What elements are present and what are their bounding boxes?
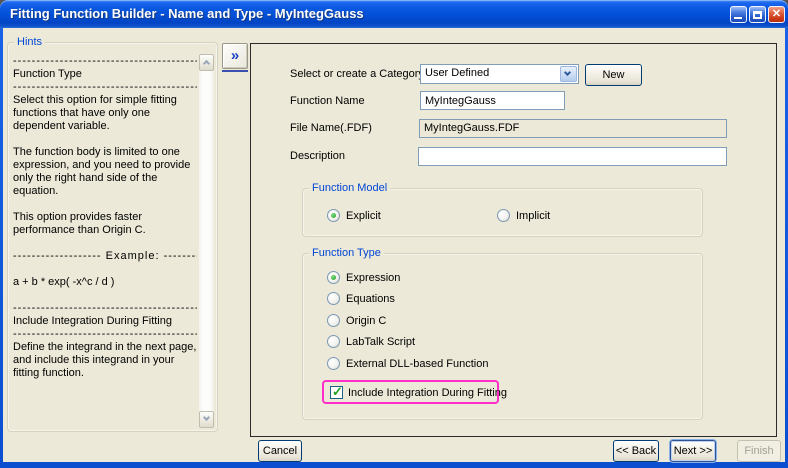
- hint-separator: ----------------------------------------…: [13, 81, 197, 94]
- radio-explicit-label: Explicit: [346, 210, 381, 222]
- function-model-title: Function Model: [309, 182, 390, 195]
- next-button[interactable]: Next >>: [670, 440, 716, 462]
- scroll-down-button[interactable]: [199, 411, 214, 428]
- minimize-icon: [734, 17, 742, 19]
- integration-checkbox-label: Include Integration During Fitting: [348, 387, 507, 399]
- hint-paragraph: This option provides faster performance …: [13, 211, 197, 237]
- hint-separator: ----------------------------------------…: [13, 328, 197, 341]
- double-chevron-icon: »: [231, 47, 239, 64]
- integration-checkbox[interactable]: ✓: [330, 386, 343, 399]
- hint-blank: [13, 263, 197, 276]
- description-label: Description: [290, 150, 345, 162]
- hint-blank: [13, 289, 197, 302]
- radio-origin-c-label: Origin C: [346, 315, 386, 327]
- radio-implicit[interactable]: [497, 209, 510, 222]
- chevron-up-icon: [203, 60, 210, 67]
- function-name-label: Function Name: [290, 95, 365, 107]
- description-input[interactable]: [418, 147, 727, 166]
- hint-example-heading: ------------------- Example: -----------…: [13, 250, 197, 263]
- function-type-title: Function Type: [309, 247, 384, 260]
- dropdown-arrow-button[interactable]: [560, 66, 577, 82]
- radio-equations-label: Equations: [346, 293, 395, 305]
- radio-expression[interactable]: [327, 271, 340, 284]
- maximize-button[interactable]: [749, 6, 766, 23]
- hint-separator: ----------------------------------------…: [13, 302, 197, 315]
- file-name-label: File Name(.FDF): [290, 122, 372, 134]
- check-icon: ✓: [332, 384, 343, 400]
- cancel-button[interactable]: Cancel: [258, 440, 302, 462]
- hints-text: ----------------------------------------…: [13, 55, 197, 380]
- hint-separator: ----------------------------------------…: [13, 55, 197, 68]
- new-category-button[interactable]: New: [585, 64, 642, 86]
- maximize-icon: [753, 11, 762, 19]
- close-icon: ✕: [772, 8, 781, 20]
- scroll-up-button[interactable]: [199, 54, 214, 71]
- radio-external-dll-label: External DLL-based Function: [346, 358, 488, 370]
- hints-group-title: Hints: [14, 36, 45, 49]
- minimize-button[interactable]: [730, 6, 747, 23]
- hint-blank: [13, 237, 197, 250]
- hint-heading: Include Integration During Fitting: [13, 315, 197, 328]
- chevron-down-icon: [203, 414, 210, 421]
- back-button[interactable]: << Back: [613, 440, 659, 462]
- hint-example-expression: a + b * exp( -x^c / d ): [13, 276, 197, 289]
- radio-expression-label: Expression: [346, 272, 400, 284]
- category-selected-value: User Defined: [425, 67, 489, 79]
- radio-origin-c[interactable]: [327, 314, 340, 327]
- hint-paragraph: Define the integrand in the next page, a…: [13, 341, 197, 380]
- fitting-function-builder-dialog: Fitting Function Builder - Name and Type…: [0, 0, 788, 468]
- category-label: Select or create a Category: [290, 68, 424, 80]
- title-bar[interactable]: Fitting Function Builder - Name and Type…: [0, 0, 788, 28]
- radio-implicit-label: Implicit: [516, 210, 550, 222]
- collapse-hints-button[interactable]: »: [222, 43, 248, 69]
- finish-button[interactable]: Finish: [737, 440, 781, 462]
- radio-labtalk-script[interactable]: [327, 335, 340, 348]
- hint-blank: [13, 133, 197, 146]
- radio-external-dll[interactable]: [327, 357, 340, 370]
- close-button[interactable]: ✕: [768, 6, 785, 23]
- hint-blank: [13, 198, 197, 211]
- function-name-input[interactable]: [420, 91, 565, 110]
- file-name-field: MyIntegGauss.FDF: [419, 119, 727, 138]
- window-title: Fitting Function Builder - Name and Type…: [10, 6, 364, 21]
- category-dropdown[interactable]: User Defined: [420, 64, 579, 84]
- hints-scrollbar[interactable]: [199, 54, 214, 428]
- hint-paragraph: Select this option for simple fitting fu…: [13, 94, 197, 133]
- radio-labtalk-script-label: LabTalk Script: [346, 336, 415, 348]
- hint-paragraph: The function body is limited to one expr…: [13, 146, 197, 198]
- radio-equations[interactable]: [327, 292, 340, 305]
- radio-explicit[interactable]: [327, 209, 340, 222]
- hint-heading: Function Type: [13, 68, 197, 81]
- chevron-down-icon: [564, 69, 571, 76]
- expander-underline: [222, 70, 248, 72]
